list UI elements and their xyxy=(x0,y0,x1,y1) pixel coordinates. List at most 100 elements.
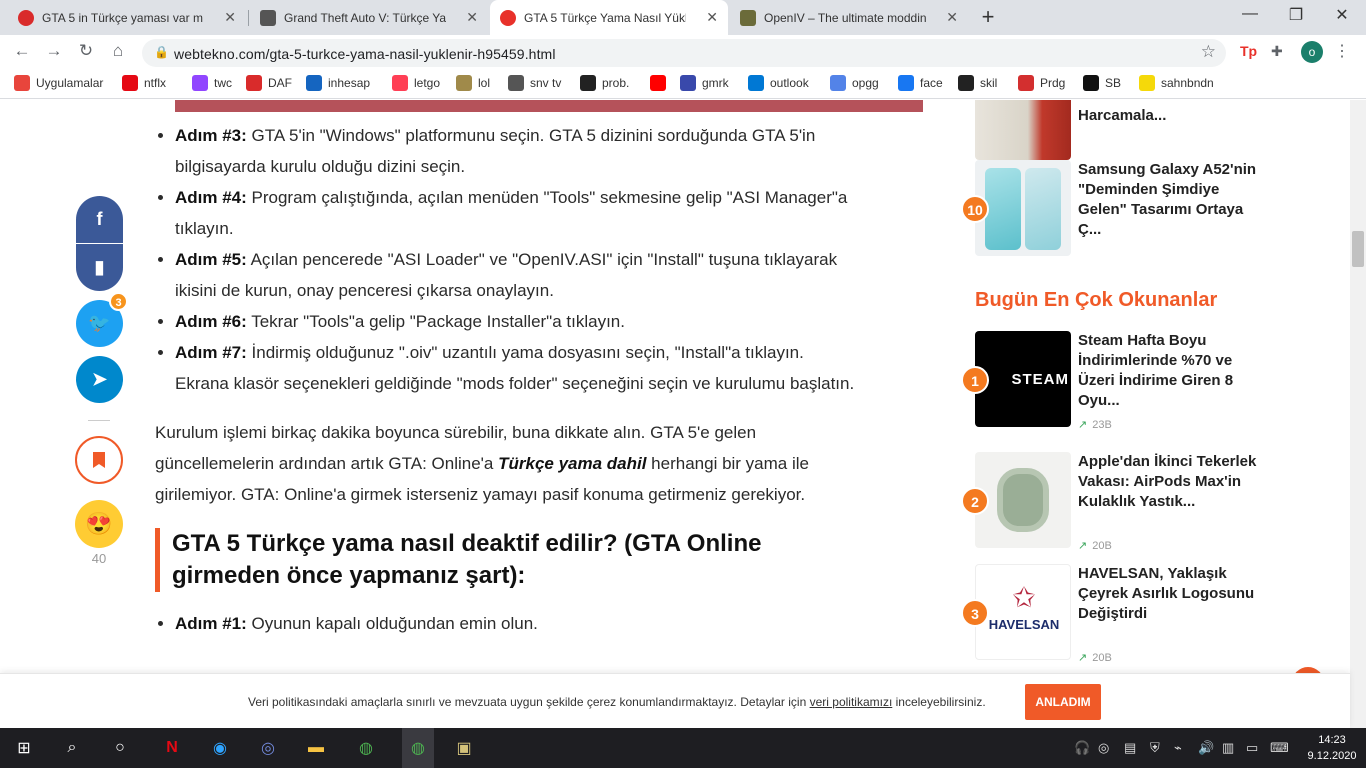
bookmark-star-icon[interactable]: ☆ xyxy=(1201,42,1216,62)
accept-cookies-button[interactable]: ANLADIM xyxy=(1025,684,1101,720)
keyboard-icon[interactable]: ⌨ xyxy=(1270,740,1289,756)
scrollbar[interactable] xyxy=(1350,100,1366,728)
pb-icon xyxy=(580,75,596,91)
reaction-button[interactable]: 😍 xyxy=(75,500,123,548)
popular-card-2[interactable]: 2 Apple'dan İkinci Tekerlek Vakası: AirP… xyxy=(961,452,1265,552)
windows-start-icon[interactable]: ⊞ xyxy=(12,736,36,760)
sidebar-news-card[interactable]: Harcamala... xyxy=(975,100,1265,160)
new-tab-button[interactable]: + xyxy=(976,4,1000,30)
popular-card-1[interactable]: STEAM 1 Steam Hafta Boyu İndirimlerinde … xyxy=(961,331,1265,431)
popular-card-3[interactable]: ✩ HAVELSAN 3 HAVELSAN, Yaklaşık Çeyrek A… xyxy=(961,564,1265,664)
home-icon[interactable]: ⌂ xyxy=(106,41,130,61)
rank-badge: 10 xyxy=(961,195,989,223)
telegram-share-button[interactable]: ➤ xyxy=(76,356,123,403)
step-label: Adım #6: xyxy=(175,312,247,331)
webtekno-favicon-icon xyxy=(500,9,516,26)
close-tab-icon[interactable]: ✕ xyxy=(706,9,718,26)
step-label: Adım #7: xyxy=(175,343,247,362)
url-text[interactable]: webtekno.com/gta-5-turkce-yama-nasil-yuk… xyxy=(174,46,556,62)
scrollbar-thumb[interactable] xyxy=(1352,231,1364,267)
bookmark-ntflx[interactable]: ntflx xyxy=(122,75,166,91)
bookmark-lol[interactable]: lol xyxy=(456,75,490,91)
save-button[interactable]: ▮ xyxy=(76,244,123,291)
facebook-icon: f xyxy=(96,209,103,229)
extensions-puzzle-icon[interactable]: ✚ xyxy=(1271,43,1283,60)
bookmark-gmrk[interactable]: gmrk xyxy=(680,75,729,91)
bookmark-inhesap[interactable]: inhesap xyxy=(306,75,370,91)
bookmark-prdg[interactable]: Prdg xyxy=(1018,75,1065,91)
bookmark-youtube[interactable] xyxy=(650,75,672,91)
bookmark-daf[interactable]: DAF xyxy=(246,75,292,91)
profile-avatar[interactable]: o xyxy=(1301,41,1323,63)
airpods-thumbnail[interactable] xyxy=(975,452,1071,548)
tab-1[interactable]: GTA 5 in Türkçe yaması var mı | D ✕ xyxy=(8,0,246,35)
close-window-icon[interactable]: ✕ xyxy=(1322,5,1362,25)
usb-icon[interactable]: ⌁ xyxy=(1174,740,1182,756)
steam-thumbnail[interactable]: STEAM xyxy=(975,331,1071,427)
search-icon[interactable]: ⌕ xyxy=(60,736,84,760)
tab-2[interactable]: Grand Theft Auto V: Türkçe Yama ✕ xyxy=(250,0,488,35)
browser-menu-icon[interactable]: ⋮ xyxy=(1334,41,1350,61)
volume-icon[interactable]: 🔊 xyxy=(1198,740,1214,756)
news-title[interactable]: HAVELSAN, Yaklaşık Çeyrek Asırlık Logosu… xyxy=(1078,564,1258,624)
reload-icon[interactable]: ↻ xyxy=(74,41,98,61)
close-tab-icon[interactable]: ✕ xyxy=(946,9,958,26)
views-count: ↗ 20B xyxy=(1078,540,1112,552)
netflix-app-icon[interactable]: N xyxy=(160,736,184,760)
address-bar[interactable]: 🔒 webtekno.com/gta-5-turkce-yama-nasil-y… xyxy=(142,39,1226,67)
news-title[interactable]: Steam Hafta Boyu İndirimlerinde %70 ve Ü… xyxy=(1078,331,1258,411)
minimize-icon[interactable]: — xyxy=(1230,5,1270,23)
edge-icon[interactable]: ◉ xyxy=(208,736,232,760)
maximize-icon[interactable]: ❐ xyxy=(1276,5,1316,25)
bookmark-opgg[interactable]: opgg xyxy=(830,75,879,91)
step-label: Adım #3: xyxy=(175,126,247,145)
bookmark-skil[interactable]: skil xyxy=(958,75,997,91)
tab-3-active[interactable]: GTA 5 Türkçe Yama Nasıl Yüklenir ✕ xyxy=(490,0,728,35)
bookmark-snv-tv[interactable]: snv tv xyxy=(508,75,561,91)
openiv-app-icon[interactable]: ▣ xyxy=(452,736,476,760)
nvidia-icon[interactable]: ▥ xyxy=(1222,740,1234,756)
bookmark-face[interactable]: face xyxy=(898,75,943,91)
step-item: Adım #6: Tekrar "Tools"a gelip "Package … xyxy=(175,306,855,337)
sidebar-news-card[interactable]: 10 Samsung Galaxy A52'nin "Deminden Şimd… xyxy=(961,160,1265,256)
bookmarks-bar: Uygulamalar ntflx twc DAF inhesap letgo lol snv… xyxy=(0,69,1366,99)
bookmark-sb[interactable]: SB xyxy=(1083,75,1121,91)
discord-tray-icon[interactable]: ◎ xyxy=(1098,740,1109,756)
shield-icon[interactable]: ⛨ xyxy=(1150,740,1160,756)
news-thumbnail[interactable] xyxy=(975,100,1071,160)
network-icon[interactable]: ▭ xyxy=(1246,740,1258,756)
section-heading: GTA 5 Türkçe yama nasıl deaktif edilir? … xyxy=(155,528,855,592)
news-thumbnail[interactable] xyxy=(975,160,1071,256)
privacy-policy-link[interactable]: veri politikamızı xyxy=(810,695,893,709)
close-tab-icon[interactable]: ✕ xyxy=(466,9,478,26)
file-explorer-icon[interactable]: ▬ xyxy=(304,736,328,760)
tab-4[interactable]: OpenIV – The ultimate modding ✕ xyxy=(730,0,968,35)
news-title[interactable]: Samsung Galaxy A52'nin "Deminden Şimdiye… xyxy=(1078,160,1258,240)
news-title[interactable]: Apple'dan İkinci Tekerlek Vakası: AirPod… xyxy=(1078,452,1258,512)
bookmark-twc[interactable]: twc xyxy=(192,75,232,91)
bookmark-prob-[interactable]: prob. xyxy=(580,75,629,91)
bookmark-letgo[interactable]: letgo xyxy=(392,75,440,91)
bookmark-sahnbndn[interactable]: sahnbndn xyxy=(1139,75,1214,91)
back-icon[interactable]: ← xyxy=(10,41,34,61)
chrome-active-icon[interactable]: ◍ xyxy=(402,728,434,768)
bookmark-label: twc xyxy=(214,76,232,90)
ih-icon xyxy=(306,75,322,91)
system-clock[interactable]: 14:23 9.12.2020 xyxy=(1304,732,1360,764)
lock-icon[interactable]: 🔒 xyxy=(154,45,169,59)
discord-icon[interactable]: ◎ xyxy=(256,736,280,760)
headset-icon[interactable]: 🎧 xyxy=(1074,740,1090,756)
facebook-share-button[interactable]: f xyxy=(76,196,123,243)
close-tab-icon[interactable]: ✕ xyxy=(224,9,236,26)
forward-icon[interactable]: → xyxy=(42,41,66,61)
news-title[interactable]: Harcamala... xyxy=(1078,106,1258,126)
bookmark-uygulamalar[interactable]: Uygulamalar xyxy=(14,75,103,91)
read-later-button[interactable] xyxy=(75,436,123,484)
task-view-icon[interactable]: ○ xyxy=(108,736,132,760)
rank-badge: 1 xyxy=(961,366,989,394)
chrome-icon[interactable]: ◍ xyxy=(354,736,378,760)
tray-app-icon[interactable]: ▤ xyxy=(1124,740,1136,756)
bookmark-outlook[interactable]: outlook xyxy=(748,75,809,91)
extension-tp-icon[interactable]: Tp xyxy=(1240,43,1257,59)
havelsan-thumbnail[interactable]: ✩ HAVELSAN xyxy=(975,564,1071,660)
